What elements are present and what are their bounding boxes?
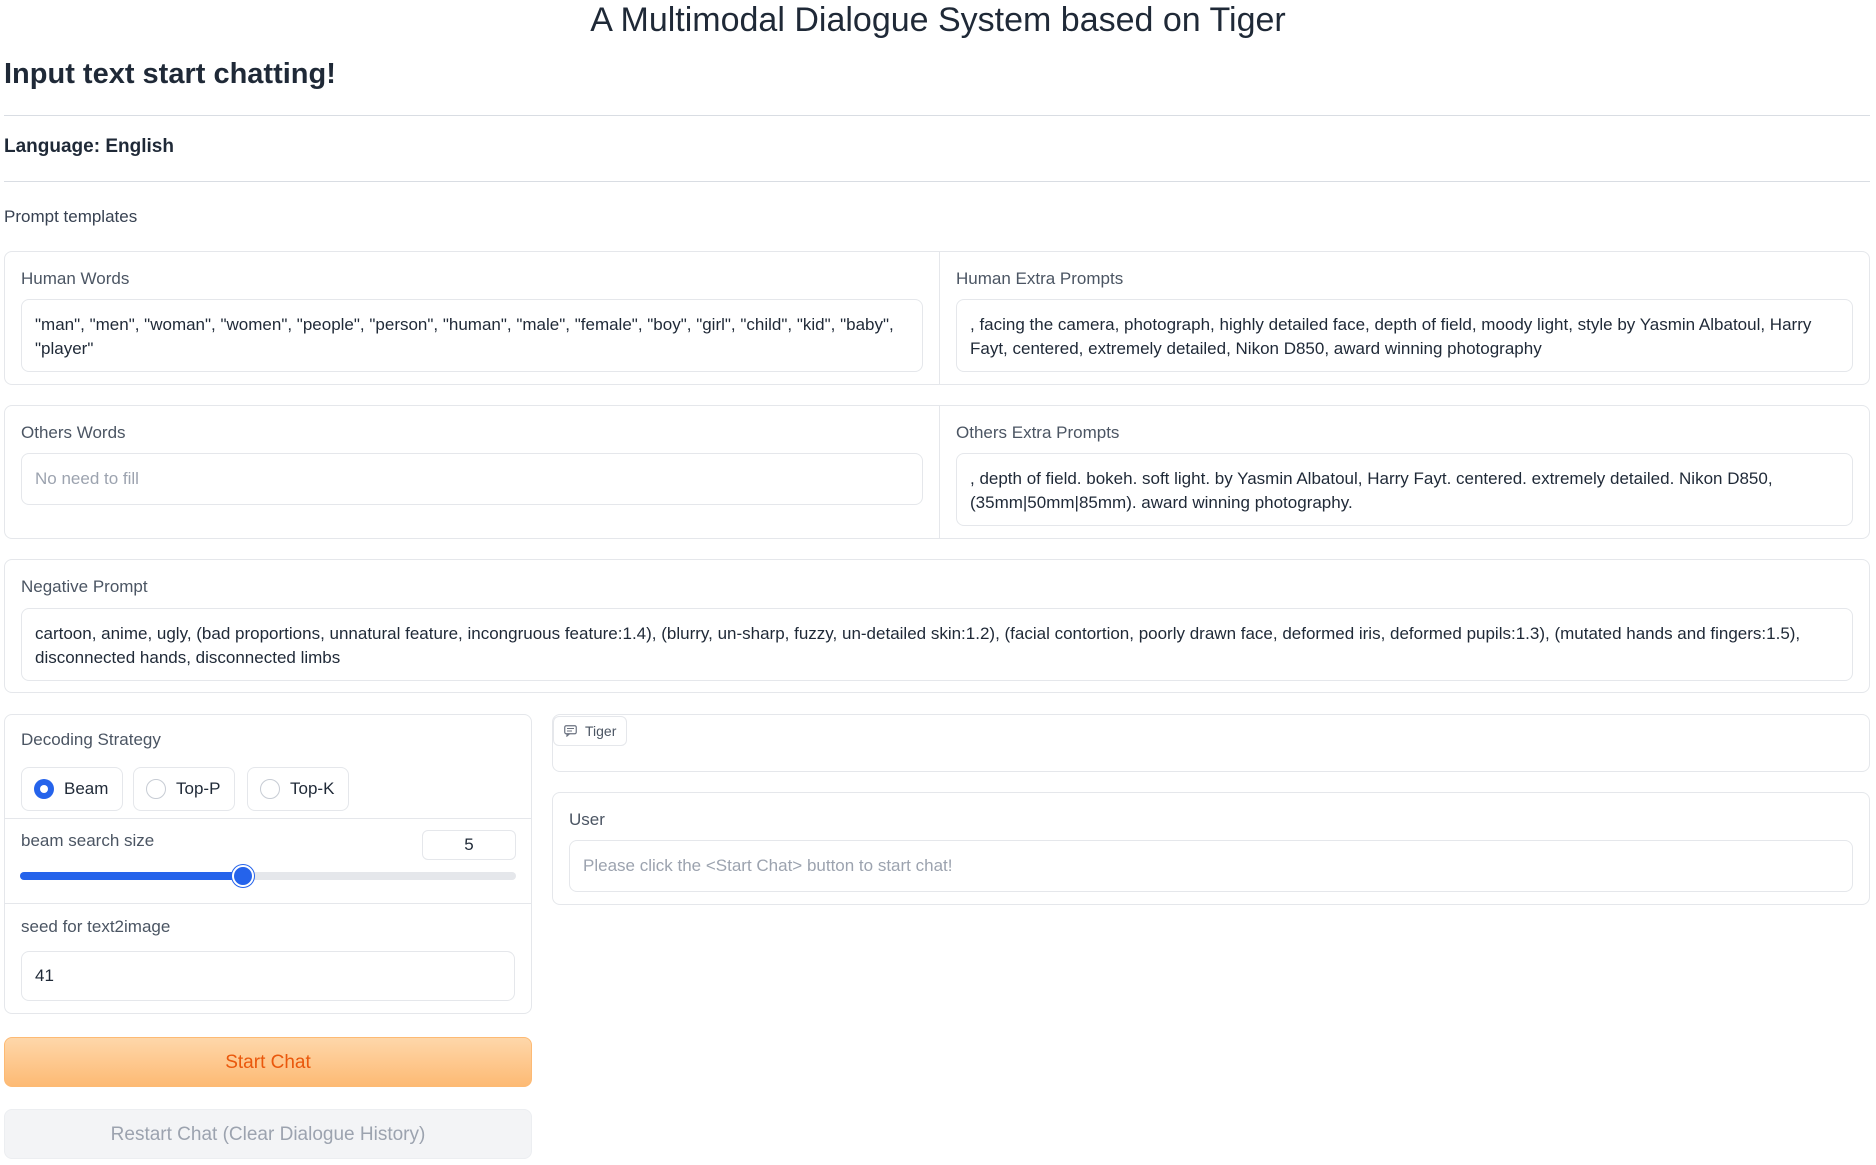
others-words-cell: Others Words No need to fill: [5, 406, 939, 538]
negative-prompt-label: Negative Prompt: [21, 577, 148, 596]
prompt-templates-label: Prompt templates: [4, 207, 138, 226]
human-extra-prompts-textarea[interactable]: , facing the camera, photograph, highly …: [956, 299, 1853, 372]
radio-beam[interactable]: Beam: [21, 767, 124, 811]
radio-unselected-icon: [260, 779, 280, 799]
beam-size-slider-fill: [20, 872, 244, 880]
human-words-label: Human Words: [21, 269, 130, 288]
others-extra-prompts-label: Others Extra Prompts: [956, 423, 1120, 442]
others-prompts-panel: Others Words No need to fill Others Extr…: [4, 405, 1870, 539]
negative-prompt-textarea[interactable]: cartoon, anime, ugly, (bad proportions, …: [21, 608, 1853, 681]
radio-top-p[interactable]: Top-P: [133, 767, 236, 811]
chatbot-panel: [552, 714, 1870, 772]
radio-selected-icon: [34, 779, 54, 799]
human-extra-prompts-label: Human Extra Prompts: [956, 269, 1124, 288]
beam-size-number-input[interactable]: 5: [422, 830, 516, 860]
divider: [4, 115, 1870, 116]
user-label: User: [569, 810, 605, 829]
chat-bubble-icon: [564, 725, 577, 737]
divider: [5, 903, 531, 904]
divider: [4, 181, 1870, 182]
decoding-strategy-label: Decoding Strategy: [21, 730, 161, 749]
radio-top-p-label: Top-P: [176, 779, 221, 798]
user-panel: User Please click the <Start Chat> butto…: [552, 792, 1870, 905]
beam-search-size-label: beam search size: [21, 831, 155, 850]
beam-size-slider-track[interactable]: [20, 872, 516, 880]
start-chat-button[interactable]: Start Chat: [4, 1037, 532, 1087]
human-words-cell: Human Words "man", "men", "woman", "wome…: [5, 252, 939, 384]
radio-beam-label: Beam: [64, 779, 109, 798]
app-page: A Multimodal Dialogue System based on Ti…: [0, 0, 1876, 1165]
divider: [5, 818, 531, 819]
others-words-input[interactable]: No need to fill: [21, 453, 923, 505]
others-extra-prompts-cell: Others Extra Prompts , depth of field. b…: [939, 406, 1869, 538]
radio-unselected-icon: [146, 779, 166, 799]
chatbot-label: Tiger: [553, 716, 628, 746]
page-subtitle: Input text start chatting!: [4, 58, 336, 90]
others-words-label: Others Words: [21, 423, 126, 442]
restart-chat-button[interactable]: Restart Chat (Clear Dialogue History): [4, 1109, 532, 1159]
chatbot-label-text: Tiger: [585, 723, 617, 739]
human-prompts-panel: Human Words "man", "men", "woman", "wome…: [4, 251, 1870, 385]
page-title: A Multimodal Dialogue System based on Ti…: [590, 1, 1286, 39]
human-words-textarea[interactable]: "man", "men", "woman", "women", "people"…: [21, 299, 923, 372]
radio-top-k[interactable]: Top-K: [247, 767, 350, 811]
human-extra-prompts-cell: Human Extra Prompts , facing the camera,…: [939, 252, 1869, 384]
seed-label: seed for text2image: [21, 917, 171, 936]
radio-top-k-label: Top-K: [290, 779, 335, 798]
seed-input[interactable]: 41: [21, 951, 515, 1001]
settings-panel: Decoding Strategy Beam Top-P Top-K beam …: [4, 714, 532, 1014]
others-extra-prompts-textarea[interactable]: , depth of field. bokeh. soft light. by …: [956, 453, 1853, 526]
user-message-input[interactable]: Please click the <Start Chat> button to …: [569, 840, 1853, 892]
language-label: Language: English: [4, 136, 174, 157]
negative-prompt-panel: Negative Prompt cartoon, anime, ugly, (b…: [4, 559, 1870, 693]
